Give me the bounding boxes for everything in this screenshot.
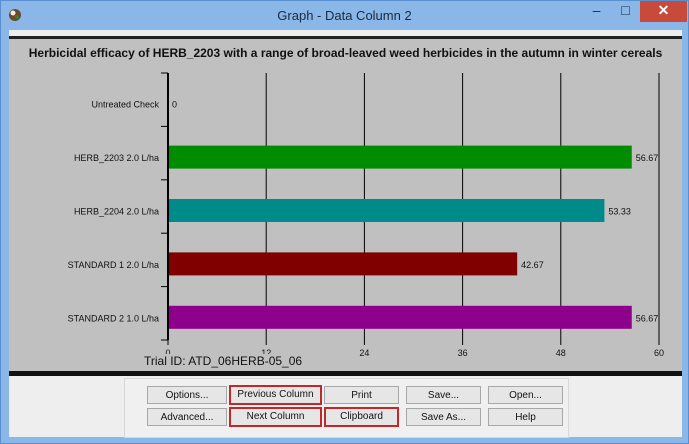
category-label: HERB_2203 2.0 L/ha — [74, 153, 159, 163]
clipboard-button[interactable]: Clipboard — [324, 407, 399, 427]
advanced-button[interactable]: Advanced... — [147, 408, 227, 426]
value-label: 56.67 — [636, 153, 659, 163]
minimize-button[interactable]: – — [583, 1, 610, 22]
graph-area: Herbicidal efficacy of HERB_2203 with a … — [9, 36, 682, 376]
bar — [169, 199, 605, 222]
bar — [169, 305, 632, 329]
value-label: 42.67 — [521, 260, 544, 270]
save-button[interactable]: Save... — [406, 386, 481, 404]
category-label: STANDARD 1 2.0 L/ha — [68, 260, 159, 270]
category-label: STANDARD 2 1.0 L/ha — [68, 313, 159, 323]
value-label: 53.33 — [608, 207, 631, 217]
graph-bottom-border — [9, 371, 682, 376]
bar-chart: 0 12 24 36 48 60Untreated Check 0HERB_2203 2.0… — [68, 72, 664, 358]
bar — [169, 252, 518, 276]
x-tick-label: 24 — [359, 348, 369, 358]
previous-column-button[interactable]: Previous Column — [229, 385, 322, 405]
title-bar[interactable]: Graph - Data Column 2 – □ ✕ — [1, 1, 688, 30]
button-panel: Options... Previous Column Print Save...… — [124, 378, 569, 438]
maximize-button[interactable]: □ — [612, 1, 639, 22]
graph-window: Graph - Data Column 2 – □ ✕ Herbicidal e… — [0, 0, 689, 444]
category-label: HERB_2204 2.0 L/ha — [74, 207, 159, 217]
x-tick-label: 60 — [654, 348, 664, 358]
x-tick-label: 36 — [458, 348, 468, 358]
help-button[interactable]: Help — [488, 408, 563, 426]
options-button[interactable]: Options... — [147, 386, 227, 404]
open-button[interactable]: Open... — [488, 386, 563, 404]
close-button[interactable]: ✕ — [640, 1, 687, 22]
category-label: Untreated Check — [91, 100, 159, 110]
next-column-button[interactable]: Next Column — [229, 407, 322, 427]
x-tick-label: 48 — [556, 348, 566, 358]
bar — [169, 145, 632, 169]
client-area: Herbicidal efficacy of HERB_2203 with a … — [9, 30, 682, 438]
trial-id-label: Trial ID: ATD_06HERB-05_06 — [142, 354, 305, 368]
save-as-button[interactable]: Save As... — [406, 408, 481, 426]
value-label: 56.67 — [636, 313, 659, 323]
print-button[interactable]: Print — [324, 386, 399, 404]
value-label: 0 — [172, 100, 177, 110]
